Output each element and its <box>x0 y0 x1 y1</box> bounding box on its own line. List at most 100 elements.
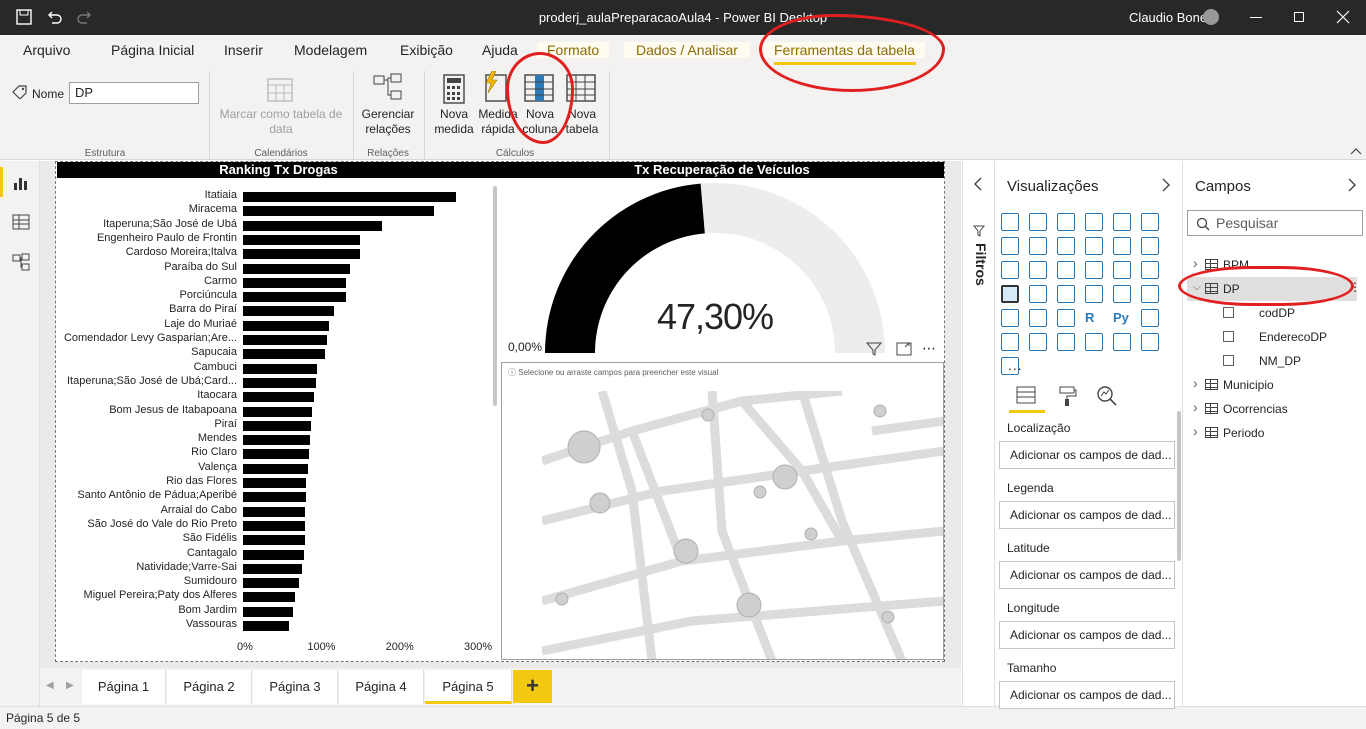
filled-map-visual-icon[interactable] <box>1029 285 1047 303</box>
bar[interactable] <box>243 192 457 202</box>
bar[interactable] <box>243 535 305 546</box>
bar[interactable] <box>243 563 302 574</box>
page-tab-2[interactable]: Página 2 <box>167 670 252 704</box>
bar[interactable] <box>243 249 360 260</box>
line-column-visual-icon[interactable] <box>1085 237 1103 255</box>
maximize-icon[interactable] <box>1294 12 1304 22</box>
decomposition-tree-visual-icon[interactable] <box>1001 333 1019 351</box>
expand-chevron-icon[interactable]: › <box>1193 399 1198 415</box>
page-tab-3[interactable]: Página 3 <box>253 670 338 704</box>
bar[interactable] <box>243 363 318 374</box>
table-name-input[interactable]: DP <box>69 82 199 104</box>
bar[interactable] <box>243 234 360 245</box>
bar[interactable] <box>243 306 334 317</box>
stacked-bar-visual-icon[interactable] <box>1001 213 1019 231</box>
pie-visual-icon[interactable] <box>1085 261 1103 279</box>
field-well-dropzone[interactable]: Adicionar os campos de dad... <box>999 501 1175 529</box>
table-name-periodo[interactable]: Periodo <box>1223 426 1264 440</box>
python-visual-icon[interactable]: Py <box>1113 309 1131 327</box>
manage-relations-button[interactable]: Gerenciar relações <box>358 107 418 137</box>
field-item-enderecodp[interactable]: EnderecoDP <box>1259 330 1327 344</box>
field-checkbox[interactable] <box>1223 307 1234 318</box>
bar[interactable] <box>243 435 310 446</box>
more-options-icon[interactable]: ⋯ <box>922 340 937 357</box>
bar[interactable] <box>243 377 316 388</box>
expand-chevron-icon[interactable]: › <box>1193 375 1198 391</box>
bar[interactable] <box>243 549 305 560</box>
100-bar-visual-icon[interactable] <box>1113 213 1131 231</box>
close-icon[interactable] <box>1336 10 1350 24</box>
model-view-icon[interactable] <box>12 253 30 271</box>
bar[interactable] <box>243 392 314 403</box>
gauge-visual-icon[interactable] <box>1057 285 1075 303</box>
bar[interactable] <box>243 449 309 460</box>
page-tab-4[interactable]: Página 4 <box>339 670 424 704</box>
line-visual-icon[interactable] <box>1001 237 1019 255</box>
ribbon-visual-icon[interactable] <box>1141 237 1159 255</box>
kpi-visual-icon[interactable] <box>1141 285 1159 303</box>
paginated-visual-icon[interactable] <box>1085 333 1103 351</box>
field-checkbox[interactable] <box>1223 355 1234 366</box>
matrix-visual-icon[interactable] <box>1057 309 1075 327</box>
tab-ajuda[interactable]: Ajuda <box>482 42 518 58</box>
bar[interactable] <box>243 520 305 531</box>
map-visual[interactable]: ⓘ Selecione ou arraste campos para preen… <box>501 362 944 660</box>
bar[interactable] <box>243 606 294 617</box>
bar[interactable] <box>243 506 305 517</box>
expand-chevron-icon[interactable]: › <box>1193 423 1198 439</box>
bar[interactable] <box>243 621 290 631</box>
table-visual-icon[interactable] <box>1029 309 1047 327</box>
stacked-area-visual-icon[interactable] <box>1057 237 1075 255</box>
page-tab-1[interactable]: Página 1 <box>82 670 166 704</box>
bar[interactable] <box>243 478 306 488</box>
qa-visual-icon[interactable] <box>1029 333 1047 351</box>
line-clustered-visual-icon[interactable] <box>1113 237 1131 255</box>
bar[interactable] <box>243 320 330 331</box>
expand-filters-icon[interactable] <box>973 177 983 191</box>
bar[interactable] <box>243 406 312 417</box>
add-page-button[interactable]: + <box>513 670 552 703</box>
data-view-icon[interactable] <box>12 213 30 231</box>
table-name-municipio[interactable]: Municipio <box>1223 378 1274 392</box>
field-item-coddp[interactable]: codDP <box>1259 306 1295 320</box>
bar[interactable] <box>243 277 347 288</box>
area-visual-icon[interactable] <box>1029 237 1047 255</box>
viz-pane-scrollbar[interactable] <box>1177 411 1181 561</box>
more-visuals-icon[interactable]: ... <box>1008 357 1023 373</box>
field-checkbox[interactable] <box>1223 331 1234 342</box>
collapse-ribbon-icon[interactable] <box>1350 147 1362 155</box>
bar[interactable] <box>243 263 350 274</box>
bar[interactable] <box>243 206 435 217</box>
prev-page-icon[interactable]: ◀ <box>46 680 54 691</box>
tab-inserir[interactable]: Inserir <box>224 42 263 58</box>
new-measure-button[interactable]: Nova medida <box>430 107 478 137</box>
field-item-nm_dp[interactable]: NM_DP <box>1259 354 1301 368</box>
multirow-card-visual-icon[interactable] <box>1113 285 1131 303</box>
field-well-dropzone[interactable]: Adicionar os campos de dad... <box>999 561 1175 589</box>
field-well-dropzone[interactable]: Adicionar os campos de dad... <box>999 621 1175 649</box>
collapse-fields-icon[interactable] <box>1347 178 1357 192</box>
fields-well-icon[interactable] <box>1015 385 1037 405</box>
waterfall-visual-icon[interactable] <box>1001 261 1019 279</box>
bar[interactable] <box>243 220 382 231</box>
focus-mode-icon[interactable] <box>896 342 912 356</box>
tab-dados-analisar[interactable]: Dados / Analisar <box>624 42 750 58</box>
tab-exibicao[interactable]: Exibição <box>400 42 453 58</box>
bar[interactable] <box>243 463 309 474</box>
collapse-viz-icon[interactable] <box>1161 178 1171 192</box>
key-influencers-visual-icon[interactable] <box>1141 309 1159 327</box>
minimize-icon[interactable] <box>1250 17 1262 18</box>
report-view-icon[interactable] <box>12 173 30 191</box>
analytics-magnifier-icon[interactable] <box>1096 385 1118 407</box>
bar[interactable] <box>243 335 327 345</box>
filter-icon[interactable] <box>866 342 882 356</box>
bar[interactable] <box>243 420 312 431</box>
bar[interactable] <box>243 492 306 503</box>
tab-arquivo[interactable]: Arquivo <box>23 42 70 58</box>
tab-pagina-inicial[interactable]: Página Inicial <box>111 42 194 58</box>
donut-visual-icon[interactable] <box>1113 261 1131 279</box>
clustered-bar-visual-icon[interactable] <box>1057 213 1075 231</box>
scatter-visual-icon[interactable] <box>1057 261 1075 279</box>
expand-chevron-icon[interactable]: › <box>1193 255 1198 271</box>
funnel-visual-icon[interactable] <box>1029 261 1047 279</box>
